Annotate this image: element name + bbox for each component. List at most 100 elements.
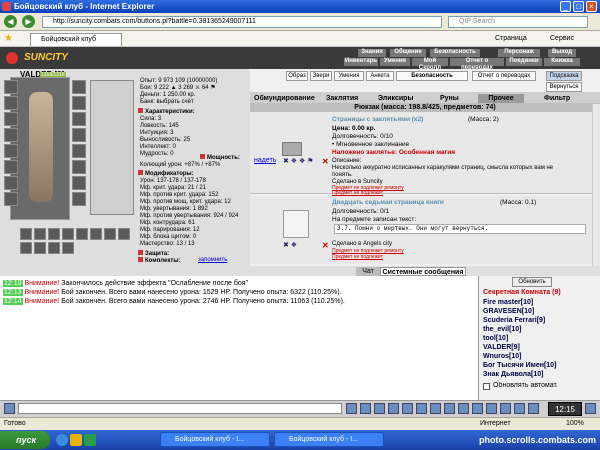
tab-system-messages[interactable]: Системные сообщения (380, 267, 466, 276)
delete-icon[interactable]: ✕ (322, 241, 329, 250)
equip-link[interactable]: надеть (254, 157, 276, 164)
earring-slot[interactable] (72, 80, 86, 94)
toolbar-icon[interactable] (458, 403, 469, 414)
remember-set-link[interactable]: запомнить (198, 257, 227, 264)
page-menu[interactable]: Страница (495, 33, 527, 45)
menu-knowledge[interactable]: Знания (358, 49, 386, 57)
spell-slot-10[interactable] (34, 242, 46, 254)
tab-spells[interactable]: Заклятия (326, 94, 358, 103)
spell-slot-12[interactable] (62, 242, 74, 254)
image-button[interactable]: Образ (286, 71, 308, 81)
quick-launch-icon[interactable] (84, 434, 96, 446)
item-actions-icon[interactable]: ✖ ❖ ❖ ⚑ (283, 157, 314, 165)
toolbar-icon[interactable] (388, 403, 399, 414)
start-button[interactable]: пуск (0, 431, 50, 449)
browser-tab[interactable]: Бойцовский клуб (30, 33, 122, 46)
user-item[interactable]: Бог Тысячи Имен[10] (483, 361, 556, 370)
tools-menu[interactable]: Сервис (550, 33, 574, 45)
helmet-slot[interactable] (4, 80, 18, 94)
spell-slot-9[interactable] (20, 242, 32, 254)
menu-social[interactable]: Общение (390, 49, 426, 57)
emoticon-icon[interactable] (4, 403, 15, 414)
toolbar-icon[interactable] (472, 403, 483, 414)
transfers-button[interactable]: Отчет о переводах (472, 71, 536, 81)
menu-book[interactable]: Книжка (544, 58, 580, 66)
pet-slot[interactable] (72, 176, 86, 190)
character-avatar[interactable] (10, 77, 70, 220)
belt-slot[interactable] (4, 144, 18, 158)
toolbar-icon[interactable] (402, 403, 413, 414)
toolbar-icon[interactable] (416, 403, 427, 414)
menu-scroll[interactable]: Мой Скролл (412, 58, 448, 71)
toolbar-icon[interactable] (374, 403, 385, 414)
address-input[interactable]: http://suncity.combats.com/buttons.pl?ba… (42, 16, 442, 28)
spell-slot-6[interactable] (90, 228, 102, 240)
send-icon[interactable] (346, 403, 357, 414)
menu-character[interactable]: Персонаж (498, 49, 540, 57)
chat-input[interactable] (18, 403, 342, 414)
security-button[interactable]: Безопасность (396, 71, 468, 81)
user-item[interactable]: Wnuros[10] (483, 352, 522, 361)
menu-security[interactable]: Безопасность (430, 49, 480, 57)
minimize-button[interactable]: _ (560, 1, 571, 12)
menu-exit[interactable]: Выход (548, 49, 576, 57)
weapon-rack[interactable] (90, 80, 134, 215)
gloves-slot[interactable] (4, 176, 18, 190)
auto-refresh-checkbox[interactable] (483, 383, 490, 390)
spell-slot-8[interactable] (118, 228, 130, 240)
back-icon[interactable]: ◀ (4, 15, 17, 28)
ring2-slot[interactable] (72, 112, 86, 126)
tab-elixirs[interactable]: Эликсиры (378, 94, 413, 103)
section-power[interactable]: Мощность: (200, 154, 240, 162)
ring-slot[interactable] (4, 160, 18, 174)
spell-slot-1[interactable] (20, 228, 32, 240)
item-actions-icon[interactable]: ✖ ❖ (283, 241, 297, 249)
spell-slot-11[interactable] (48, 242, 60, 254)
forward-icon[interactable]: ▶ (22, 15, 35, 28)
weapon-slot[interactable] (4, 112, 18, 126)
menu-skills[interactable]: Умения (380, 58, 410, 66)
bracer-slot[interactable] (72, 144, 86, 158)
user-item[interactable]: VALDER[9] (483, 343, 520, 352)
amulet-slot[interactable] (4, 96, 18, 110)
user-item[interactable]: Scuderia Ferrari[9] (483, 316, 545, 325)
menu-inventory[interactable]: Инвентарь (344, 58, 378, 66)
armor-slot[interactable] (4, 128, 18, 142)
menu-transfers[interactable]: Отчет о переводах (450, 58, 504, 71)
toolbar-icon[interactable] (444, 403, 455, 414)
boots-slot[interactable] (72, 192, 86, 206)
section-modifiers[interactable]: Модификаторы: (138, 170, 194, 178)
taskbar-window[interactable]: Бойцовский клуб - I... (160, 432, 270, 447)
stat-bank[interactable]: Банк: выбрать счёт (140, 99, 194, 106)
spell-slot-7[interactable] (104, 228, 116, 240)
user-item[interactable]: the_evil[10] (483, 325, 522, 334)
tab-runes[interactable]: Руны (440, 94, 459, 103)
delete-icon[interactable]: ✕ (322, 157, 329, 166)
spell-slot-2[interactable] (34, 228, 46, 240)
pants-slot[interactable] (4, 192, 18, 206)
user-item[interactable]: GRAVESEN[10] (483, 307, 534, 316)
user-item[interactable]: tool[10] (483, 334, 508, 343)
pets-button[interactable]: Звери (310, 71, 332, 81)
hint-button[interactable]: Подсказка (546, 71, 582, 81)
toolbar-icon[interactable] (528, 403, 539, 414)
spell-slot-5[interactable] (76, 228, 88, 240)
ring3-slot[interactable] (72, 128, 86, 142)
tab-chat[interactable]: Чат (356, 267, 380, 276)
section-sets[interactable]: Комплекты: (138, 257, 180, 265)
close-button[interactable]: × (586, 1, 597, 12)
item-title[interactable]: Двадцать седьмая страница книги (332, 199, 444, 207)
tab-filter[interactable]: Фильтр (544, 94, 570, 103)
toolbar-icon[interactable] (360, 403, 371, 414)
return-button[interactable]: Вернуться (546, 82, 582, 92)
necklace-slot[interactable] (72, 96, 86, 110)
quick-launch-folder-icon[interactable] (70, 434, 82, 446)
user-item[interactable]: Fire master[10] (483, 298, 533, 307)
profile-button[interactable]: Анкета (366, 71, 394, 81)
toolbar-icon[interactable] (500, 403, 511, 414)
refresh-button[interactable]: Обновить (512, 277, 552, 287)
user-item[interactable]: Знак Дьявола[10] (483, 370, 543, 379)
exit-icon[interactable] (585, 403, 596, 414)
spell-slot-3[interactable] (48, 228, 60, 240)
toolbar-icon[interactable] (514, 403, 525, 414)
